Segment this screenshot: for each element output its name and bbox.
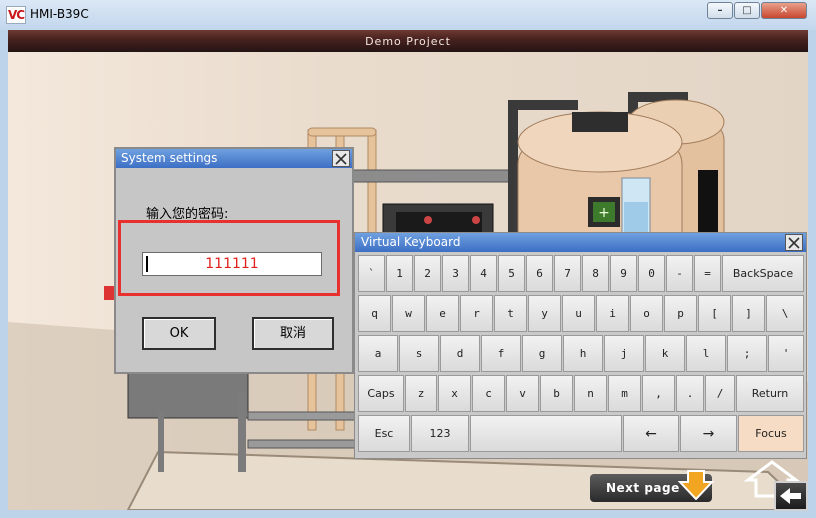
minimize-button[interactable]: – [707, 2, 733, 19]
key[interactable]: x [438, 375, 471, 412]
keyboard-close-button[interactable] [785, 234, 803, 251]
key[interactable]: v [506, 375, 539, 412]
right-arrow-key[interactable]: → [680, 415, 737, 452]
virtual-keyboard: Virtual Keyboard ` 1 2 3 4 5 6 7 8 9 0 -… [354, 232, 807, 459]
window-close-button[interactable]: ✕ [761, 2, 807, 19]
dialog-close-button[interactable] [332, 150, 350, 167]
key[interactable]: 1 [386, 255, 413, 292]
key[interactable]: u [562, 295, 595, 332]
maximize-button[interactable]: □ [734, 2, 760, 19]
key[interactable]: - [666, 255, 693, 292]
key[interactable]: q [358, 295, 391, 332]
return-key[interactable]: Return [736, 375, 804, 412]
close-icon [788, 236, 800, 249]
key[interactable]: . [676, 375, 704, 412]
key[interactable]: 5 [498, 255, 525, 292]
app-logo: VC [6, 6, 26, 24]
key[interactable]: [ [698, 295, 731, 332]
key[interactable]: e [426, 295, 459, 332]
caps-key[interactable]: Caps [358, 375, 404, 412]
ok-button[interactable]: OK [142, 317, 216, 350]
key[interactable]: r [460, 295, 493, 332]
key[interactable]: 0 [638, 255, 665, 292]
close-icon [335, 152, 347, 165]
window-title: HMI-B39C [30, 7, 89, 21]
next-page-label: Next page [606, 481, 680, 495]
key[interactable]: i [596, 295, 629, 332]
key[interactable]: ] [732, 295, 765, 332]
esc-key[interactable]: Esc [358, 415, 410, 452]
password-highlight-box [118, 220, 340, 296]
dialog-title: System settings [121, 151, 218, 165]
cancel-button[interactable]: 取消 [252, 317, 334, 350]
window-titlebar [0, 0, 816, 30]
key[interactable]: 3 [442, 255, 469, 292]
space-key[interactable] [470, 415, 622, 452]
key[interactable]: g [522, 335, 562, 372]
focus-key[interactable]: Focus [738, 415, 804, 452]
back-button[interactable] [774, 481, 808, 511]
key[interactable]: 6 [526, 255, 553, 292]
key[interactable]: = [694, 255, 721, 292]
key[interactable]: 7 [554, 255, 581, 292]
key[interactable]: o [630, 295, 663, 332]
key[interactable]: h [563, 335, 603, 372]
key[interactable]: n [574, 375, 607, 412]
key[interactable]: , [642, 375, 675, 412]
key[interactable]: b [540, 375, 573, 412]
key[interactable]: y [528, 295, 561, 332]
key[interactable]: ` [358, 255, 385, 292]
left-arrow-key[interactable]: ← [623, 415, 679, 452]
key[interactable]: 8 [582, 255, 609, 292]
numeric-mode-key[interactable]: 123 [411, 415, 469, 452]
project-title: Demo Project [365, 35, 451, 48]
key[interactable]: / [705, 375, 735, 412]
key[interactable]: ' [768, 335, 804, 372]
key[interactable]: a [358, 335, 398, 372]
down-arrow-icon [678, 470, 714, 500]
key[interactable]: c [472, 375, 505, 412]
svg-text:+: + [598, 205, 610, 221]
key[interactable]: t [494, 295, 527, 332]
key[interactable]: 9 [610, 255, 637, 292]
key[interactable]: m [608, 375, 641, 412]
key[interactable]: w [392, 295, 425, 332]
key[interactable]: p [664, 295, 697, 332]
key[interactable]: d [440, 335, 480, 372]
key[interactable]: \ [766, 295, 804, 332]
key[interactable]: 2 [414, 255, 441, 292]
key[interactable]: j [604, 335, 644, 372]
back-arrow-icon [780, 488, 801, 504]
key[interactable]: s [399, 335, 439, 372]
keyboard-title: Virtual Keyboard [361, 235, 461, 249]
key[interactable]: l [686, 335, 726, 372]
key[interactable]: f [481, 335, 521, 372]
key[interactable]: ; [727, 335, 767, 372]
backspace-key[interactable]: BackSpace [722, 255, 804, 292]
key[interactable]: 4 [470, 255, 497, 292]
key[interactable]: k [645, 335, 685, 372]
key[interactable]: z [405, 375, 437, 412]
